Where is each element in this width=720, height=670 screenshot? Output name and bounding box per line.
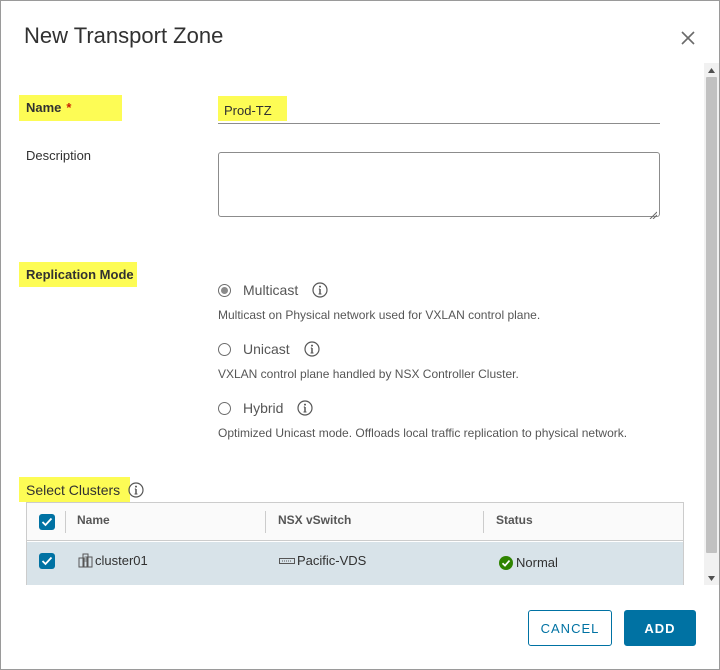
required-marker: * — [66, 100, 72, 115]
grid-header: Name NSX vSwitch Status — [27, 503, 683, 541]
cancel-button[interactable]: CANCEL — [528, 610, 612, 646]
vswitch-name: Pacific-VDS — [297, 553, 367, 568]
radio-label-unicast: Unicast — [243, 341, 290, 357]
vswitch-icon — [279, 557, 295, 565]
radio-desc-hybrid: Optimized Unicast mode. Offloads local t… — [218, 426, 628, 440]
scroll-down-icon[interactable] — [704, 571, 719, 585]
cell-status: Normal — [499, 555, 558, 570]
info-icon[interactable] — [312, 282, 328, 298]
scroll-up-icon[interactable] — [704, 63, 719, 77]
description-label: Description — [26, 148, 92, 163]
radio-hybrid[interactable]: Hybrid — [218, 400, 314, 416]
column-separator[interactable] — [483, 511, 484, 533]
resize-grip-icon[interactable] — [649, 206, 658, 220]
add-button[interactable]: ADD — [624, 610, 696, 646]
radio-multicast[interactable]: Multicast — [218, 282, 328, 298]
radio-label-hybrid: Hybrid — [243, 400, 284, 416]
check-circle-icon — [499, 555, 513, 570]
new-transport-zone-dialog: New Transport Zone Name * Prod-TZ Descrip… — [0, 0, 720, 670]
column-separator[interactable] — [65, 511, 66, 533]
column-header-name[interactable]: Name — [77, 513, 110, 527]
radio-label-multicast: Multicast — [243, 282, 299, 298]
vertical-scrollbar[interactable] — [704, 63, 719, 585]
close-icon[interactable] — [679, 29, 697, 47]
description-textarea[interactable] — [218, 152, 660, 220]
radio-unicast[interactable]: Unicast — [218, 341, 320, 357]
replication-mode-label: Replication Mode — [26, 267, 134, 282]
scroll-thumb[interactable] — [706, 77, 717, 553]
cell-name: cluster01 — [78, 553, 148, 568]
row-checkbox[interactable] — [39, 553, 55, 569]
radio-button[interactable] — [218, 283, 231, 297]
info-icon[interactable] — [297, 400, 314, 416]
select-clusters-text: Select Clusters — [26, 482, 121, 498]
status-text: Normal — [516, 555, 558, 570]
cell-vswitch: Pacific-VDS — [279, 553, 366, 568]
column-header-status[interactable]: Status — [496, 513, 533, 527]
column-separator[interactable] — [265, 511, 266, 533]
radio-desc-multicast: Multicast on Physical network used for V… — [218, 308, 541, 322]
name-label-text: Name — [26, 100, 62, 115]
name-input-value: Prod-TZ — [224, 103, 272, 118]
column-header-vswitch[interactable]: NSX vSwitch — [278, 513, 351, 527]
name-input[interactable] — [218, 97, 660, 124]
radio-desc-unicast: VXLAN control plane handled by NSX Contr… — [218, 367, 519, 381]
clusters-grid: Name NSX vSwitch Status cluster01 Pacifi… — [26, 502, 684, 585]
cluster-name: cluster01 — [95, 553, 148, 568]
name-label: Name * — [26, 100, 71, 115]
info-icon[interactable] — [128, 482, 144, 498]
radio-button[interactable] — [218, 342, 231, 356]
info-icon[interactable] — [304, 341, 320, 357]
radio-button[interactable] — [218, 401, 231, 415]
table-row[interactable]: cluster01 Pacific-VDS Normal — [27, 542, 683, 585]
select-all-checkbox[interactable] — [39, 514, 55, 530]
cluster-icon — [78, 553, 93, 568]
dialog-title: New Transport Zone — [24, 23, 224, 48]
select-clusters-label: Select Clusters — [26, 482, 144, 498]
